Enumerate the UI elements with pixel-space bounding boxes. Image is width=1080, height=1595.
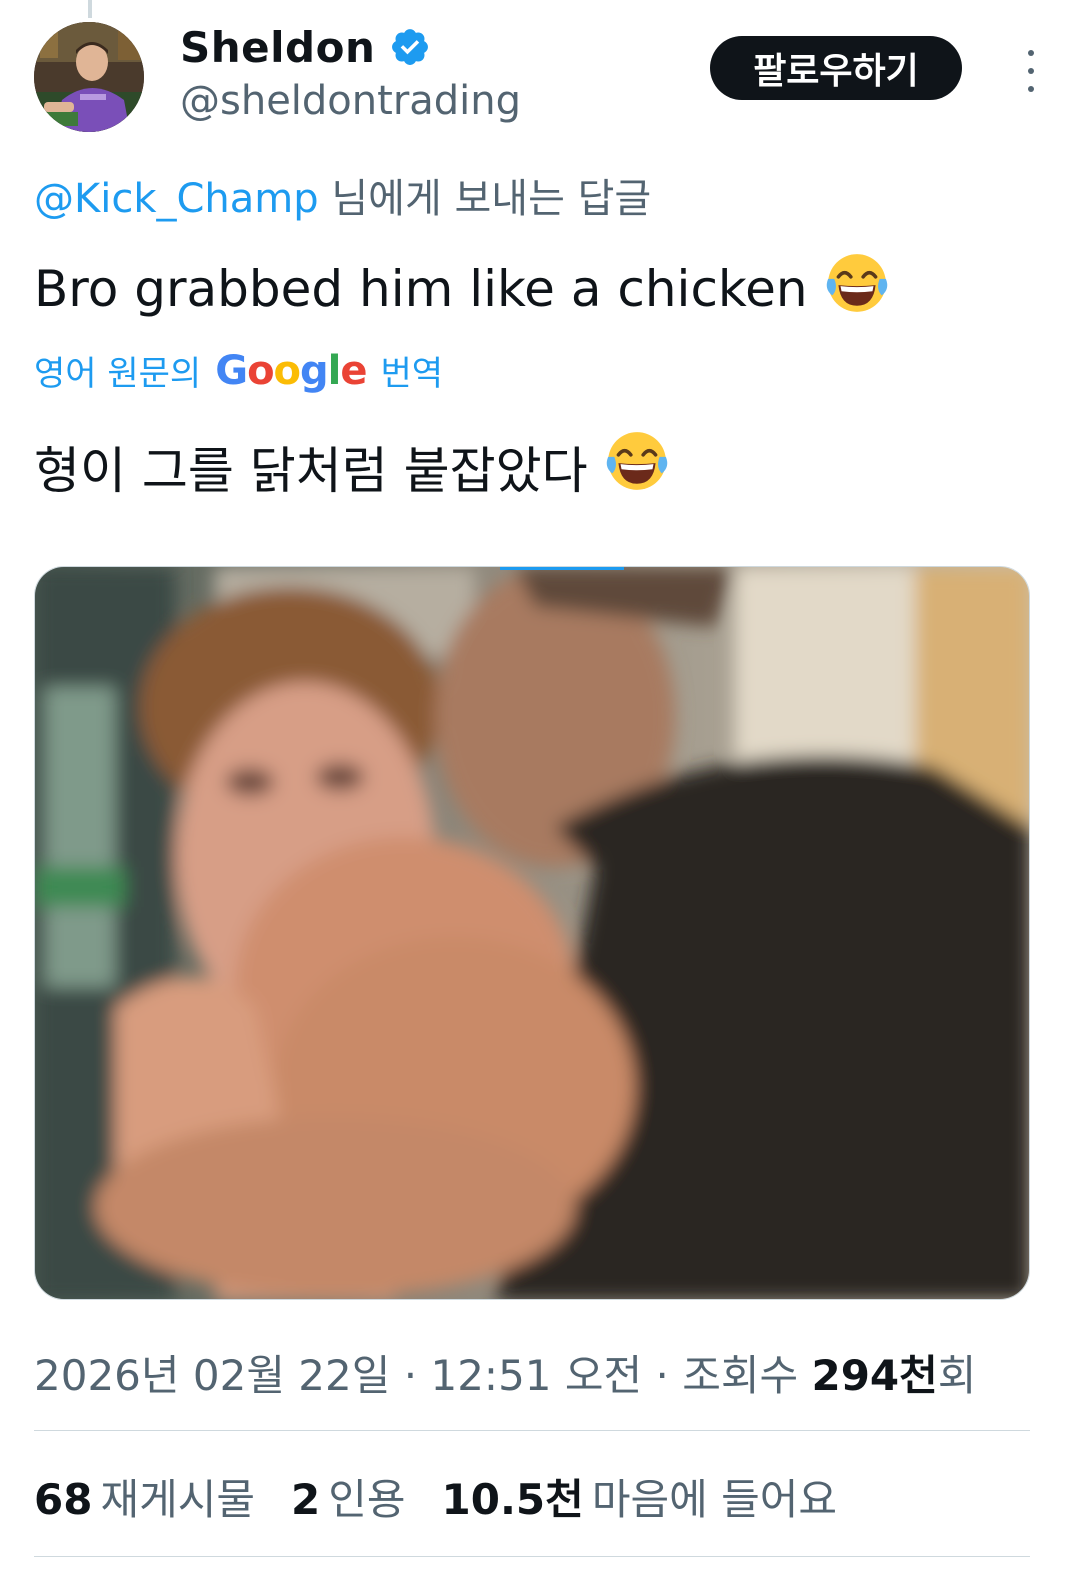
more-dot [1028,68,1034,74]
retweets-label: 재게시물 [100,1475,256,1524]
avatar-image [34,22,144,132]
name-row: Sheldon [180,22,521,72]
views-unit: 회 [937,1351,977,1400]
google-logo: Google [215,347,367,394]
quotes-stat[interactable]: 2 인용 [291,1466,406,1527]
translated-text-body: 형이 그를 닭처럼 붙잡았다 [34,442,588,500]
face-with-tears-of-joy-icon [604,428,670,506]
retweets-count: 68 [34,1475,93,1524]
tweet-time[interactable]: 12:51 오전 [430,1351,642,1400]
reply-context: @Kick_Champ 님에게 보내는 답글 [34,166,651,224]
follow-button[interactable]: 팔로우하기 [710,36,962,100]
reply-suffix: 님에게 보내는 답글 [318,176,652,222]
views-label: 조회수 [682,1351,812,1400]
translation-prefix: 영어 원문의 [34,354,202,394]
avatar[interactable] [34,22,144,132]
tweet-text: Bro grabbed him like a chicken [34,250,890,328]
more-options-icon[interactable] [1016,46,1046,96]
likes-stat[interactable]: 10.5천 마음에 들어요 [442,1466,837,1527]
translation-attribution[interactable]: 영어 원문의 Google 번역 [34,346,443,395]
likes-count: 10.5천 [441,1475,584,1524]
engagement-stats: 68 재게시물 2 인용 10.5천 마음에 들어요 [34,1466,873,1527]
separator: · [642,1351,683,1400]
divider [34,1430,1030,1431]
more-dot [1028,86,1034,92]
reply-mention-link[interactable]: @Kick_Champ [34,176,319,222]
face-with-tears-of-joy-icon [824,250,890,328]
divider [34,1556,1030,1557]
quotes-label: 인용 [328,1475,406,1524]
media-image [35,567,1029,1299]
author-handle[interactable]: @sheldontrading [180,78,521,124]
tweet-timestamp-views: 2026년 02월 22일 · 12:51 오전 · 조회수 294천회 [34,1342,976,1403]
tweet-header: Sheldon @sheldontrading 팔로우하기 [34,22,1046,137]
retweets-stat[interactable]: 68 재게시물 [34,1466,255,1527]
separator: · [390,1351,431,1400]
author-display-name[interactable]: Sheldon [180,23,375,72]
tweet-date[interactable]: 2026년 02월 22일 [34,1351,390,1400]
quotes-count: 2 [291,1475,321,1524]
tweet-media-video[interactable] [34,566,1030,1300]
translated-text: 형이 그를 닭처럼 붙잡았다 [34,428,670,506]
author-block: Sheldon @sheldontrading [180,22,521,125]
thread-connector-line [88,0,92,18]
tweet-text-body: Bro grabbed him like a chicken [34,260,808,318]
views-count: 294천 [811,1351,938,1400]
translation-suffix: 번역 [380,354,444,394]
verified-badge-icon [389,26,431,68]
more-dot [1028,50,1034,56]
likes-label: 마음에 들어요 [591,1475,838,1524]
